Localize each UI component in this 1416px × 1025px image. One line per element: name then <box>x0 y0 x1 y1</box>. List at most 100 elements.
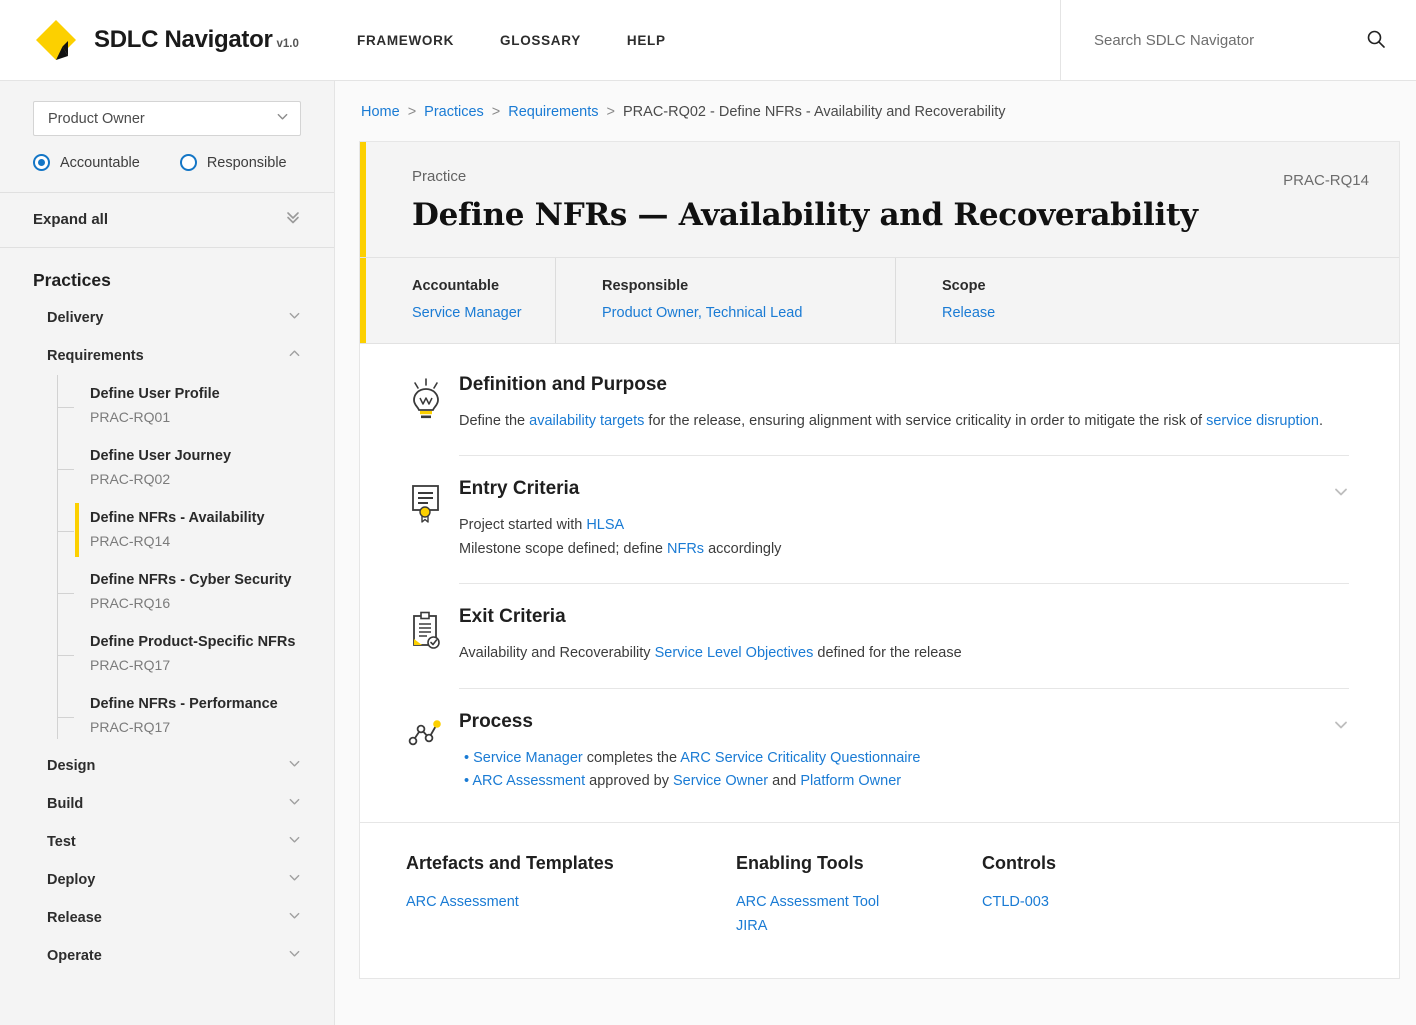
sidebar-group-design[interactable]: Design <box>0 747 334 785</box>
raci-radio-group: Accountable Responsible <box>33 154 301 192</box>
footer-col-controls: Controls CTLD-003 <box>982 853 1349 938</box>
search-button[interactable] <box>1364 29 1388 52</box>
search-icon <box>1366 29 1386 52</box>
meta-scope-label: Scope <box>942 278 986 294</box>
search-input[interactable] <box>1094 31 1364 49</box>
practice-title: Define Product-Specific NFRs <box>90 634 296 651</box>
app-logo-icon <box>33 17 79 63</box>
nav-item-framework[interactable]: FRAMEWORK <box>357 33 454 48</box>
section-process: Process • Service Manager completes the … <box>406 711 1349 816</box>
sidebar-item-define-user-journey[interactable]: Define User Journey PRAC-RQ02 <box>57 437 334 499</box>
entry-line2-text-b: accordingly <box>704 540 782 557</box>
sidebar-group-build-label: Build <box>47 796 84 813</box>
section-divider <box>459 583 1349 585</box>
sidebar-item-define-nfrs-availability[interactable]: Define NFRs - Availability PRAC-RQ14 <box>57 499 334 561</box>
expand-all-button[interactable]: Expand all <box>0 192 334 248</box>
exit-text-a: Availability and Recoverability <box>459 645 655 662</box>
practice-code: PRAC-RQ01 <box>90 409 171 426</box>
chevron-down-icon <box>288 757 301 775</box>
sidebar-group-deploy[interactable]: Deploy <box>0 861 334 899</box>
breadcrumb-practices[interactable]: Practices <box>424 104 484 120</box>
breadcrumb-home[interactable]: Home <box>361 104 400 120</box>
sidebar-filters: Product Owner Accountable Responsible <box>0 81 334 192</box>
footer-controls-item[interactable]: CTLD-003 <box>982 890 1349 914</box>
practice-title: Define NFRs - Availability <box>90 510 265 527</box>
node-graph-icon <box>406 711 452 763</box>
brand-version: v1.0 <box>276 38 299 50</box>
sidebar-item-define-nfrs-performance[interactable]: Define NFRs - Performance PRAC-RQ17 <box>57 685 334 747</box>
practice-title: Define User Profile <box>90 386 220 402</box>
practice-code-badge: PRAC-RQ14 <box>1283 172 1369 189</box>
footer-controls-heading: Controls <box>982 852 1056 873</box>
sidebar-group-requirements[interactable]: Requirements <box>0 337 334 375</box>
sidebar-group-requirements-label: Requirements <box>47 348 144 364</box>
practice-code: PRAC-RQ02 <box>90 471 171 488</box>
section-exit-criteria: Exit Criteria Availability and Recoverab… <box>406 606 1349 687</box>
brand-title: SDLC Navigator v1.0 <box>94 26 299 54</box>
double-chevron-down-icon <box>285 209 301 230</box>
meta-accountable-value[interactable]: Service Manager <box>412 305 531 321</box>
link-service-manager[interactable]: Service Manager <box>473 750 583 766</box>
bullet-marker: • <box>464 749 470 766</box>
link-availability-targets[interactable]: availability targets <box>529 413 644 429</box>
footer-tools-heading: Enabling Tools <box>736 852 864 873</box>
sidebar-group-test[interactable]: Test <box>0 823 334 861</box>
sidebar-group-build[interactable]: Build <box>0 785 334 823</box>
nav-item-glossary[interactable]: GLOSSARY <box>500 33 581 48</box>
sidebar-group-test-label: Test <box>47 834 76 851</box>
meta-responsible-value[interactable]: Product Owner, Technical Lead <box>602 305 871 321</box>
top-bar: SDLC Navigator v1.0 FRAMEWORK GLOSSARY HE… <box>0 0 1416 81</box>
section-exit-heading: Exit Criteria <box>459 606 566 628</box>
radio-accountable-dot <box>33 154 50 171</box>
breadcrumb-requirements[interactable]: Requirements <box>508 104 598 120</box>
breadcrumb-separator: > <box>491 104 501 120</box>
section-process-heading: Process <box>459 710 533 732</box>
link-platform-owner[interactable]: Platform Owner <box>800 773 901 789</box>
sidebar-item-define-user-profile[interactable]: Define User Profile PRAC-RQ01 <box>57 375 334 437</box>
footer-artefacts-item[interactable]: ARC Assessment <box>406 890 736 914</box>
link-hlsa[interactable]: HLSA <box>586 517 624 533</box>
link-nfrs[interactable]: NFRs <box>667 541 704 557</box>
link-arc-service-criticality-questionnaire[interactable]: ARC Service Criticality Questionnaire <box>680 750 920 766</box>
process-b1-mid: completes the <box>582 749 681 766</box>
link-service-disruption[interactable]: service disruption <box>1206 413 1319 429</box>
sidebar-group-release[interactable]: Release <box>0 899 334 937</box>
radio-accountable[interactable]: Accountable <box>33 154 140 171</box>
link-arc-assessment[interactable]: ARC Assessment <box>472 773 585 789</box>
section-process-toggle[interactable] <box>1333 711 1349 738</box>
sidebar-group-design-label: Design <box>47 758 96 775</box>
practice-meta-row: Accountable Service Manager Responsible … <box>360 258 1399 344</box>
process-b2-and: and <box>768 773 801 790</box>
sidebar-group-delivery[interactable]: Delivery <box>0 299 334 337</box>
sidebar-item-define-nfrs-cyber-security[interactable]: Define NFRs - Cyber Security PRAC-RQ16 <box>57 561 334 623</box>
link-service-owner[interactable]: Service Owner <box>673 773 768 789</box>
app-root: SDLC Navigator v1.0 FRAMEWORK GLOSSARY HE… <box>0 0 1416 1025</box>
footer-tools-item[interactable]: JIRA <box>736 914 982 938</box>
chevron-down-icon <box>288 909 301 927</box>
radio-responsible-label: Responsible <box>206 154 287 171</box>
expand-all-label: Expand all <box>33 211 109 228</box>
radio-responsible[interactable]: Responsible <box>179 154 287 171</box>
role-select[interactable]: Product Owner <box>33 101 301 136</box>
footer-tools-item[interactable]: ARC Assessment Tool <box>736 890 982 914</box>
exit-text-b: defined for the release <box>813 645 962 662</box>
entry-line-1: Project started with HLSA <box>459 514 1349 537</box>
practice-title: Define NFRs - Cyber Security <box>90 572 292 589</box>
practice-header: Practice Define NFRs — Availability and … <box>360 142 1399 258</box>
chevron-down-icon <box>288 871 301 889</box>
radio-accountable-label: Accountable <box>60 154 140 171</box>
chevron-down-icon <box>288 833 301 851</box>
brand[interactable]: SDLC Navigator v1.0 <box>0 0 330 80</box>
section-entry-toggle[interactable] <box>1333 478 1349 505</box>
meta-scope-value[interactable]: Release <box>942 305 1375 321</box>
sidebar-section-title: Practices <box>33 270 111 290</box>
footer-artefacts-heading: Artefacts and Templates <box>406 852 614 873</box>
section-definition-heading: Definition and Purpose <box>459 374 667 395</box>
chevron-down-icon <box>1333 720 1349 737</box>
sidebar-item-define-product-specific-nfrs[interactable]: Define Product-Specific NFRs PRAC-RQ17 <box>57 623 334 685</box>
nav-item-help[interactable]: HELP <box>627 33 666 48</box>
sidebar-group-operate[interactable]: Operate <box>0 937 334 975</box>
sidebar-group-release-label: Release <box>47 910 102 927</box>
practice-footer: Artefacts and Templates ARC Assessment E… <box>360 821 1399 978</box>
link-service-level-objectives[interactable]: Service Level Objectives <box>655 645 814 661</box>
